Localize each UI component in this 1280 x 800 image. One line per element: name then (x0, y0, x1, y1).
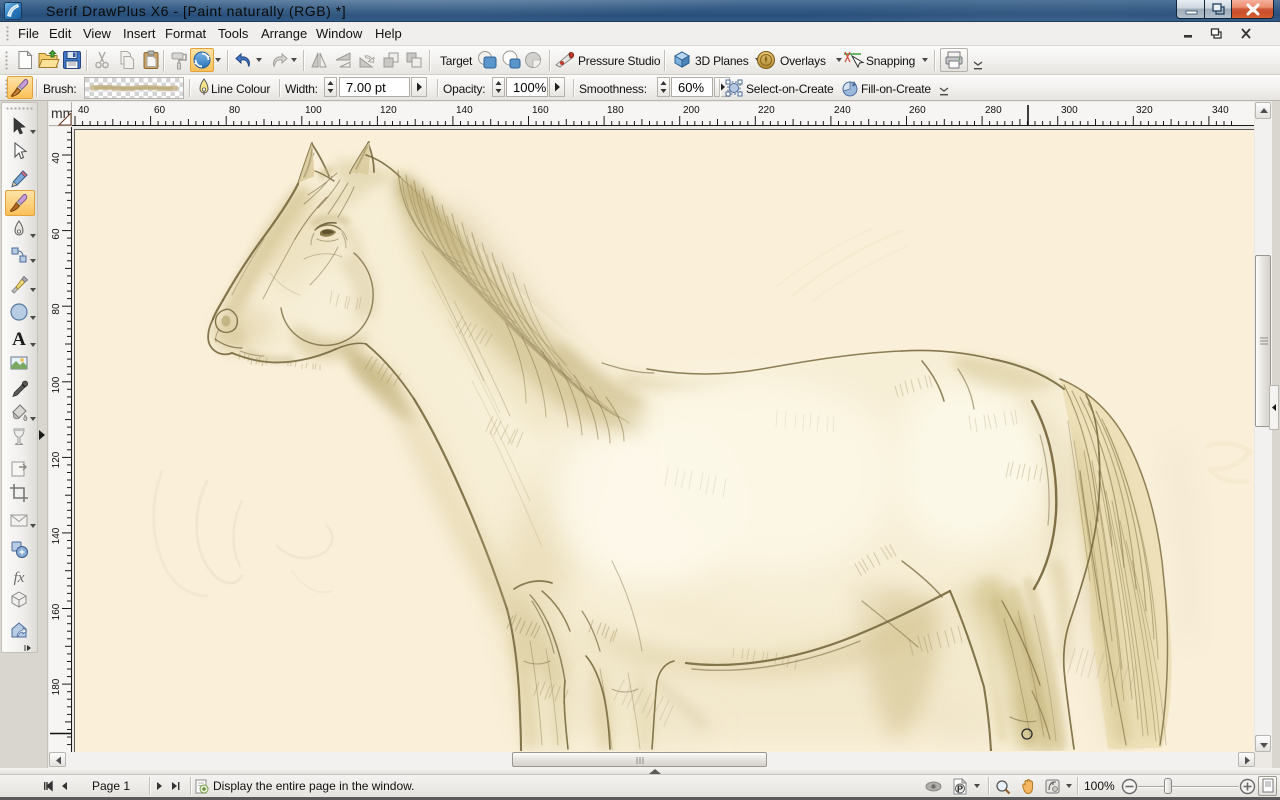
svg-text:280: 280 (985, 105, 1002, 116)
svg-text:160: 160 (51, 603, 62, 620)
svg-text:P: P (957, 784, 963, 794)
svg-text:140: 140 (51, 527, 62, 544)
svg-text:260: 260 (909, 105, 926, 116)
svg-text:120: 120 (51, 451, 62, 468)
svg-text:60: 60 (51, 228, 62, 240)
svg-text:180: 180 (51, 678, 62, 695)
svg-text:160: 160 (532, 105, 549, 116)
svg-text:180: 180 (607, 105, 624, 116)
svg-text:340: 340 (1212, 105, 1229, 116)
svg-text:140: 140 (456, 105, 473, 116)
svg-text:300: 300 (1061, 105, 1078, 116)
svg-text:A: A (12, 329, 26, 349)
svg-text:40: 40 (51, 152, 62, 164)
svg-text:80: 80 (51, 303, 62, 315)
svg-text:100: 100 (51, 376, 62, 393)
svg-text:fx: fx (14, 570, 25, 586)
svg-text:240: 240 (834, 105, 851, 116)
svg-text:80: 80 (229, 105, 241, 116)
svg-text:320: 320 (1136, 105, 1153, 116)
svg-text:100: 100 (305, 105, 322, 116)
svg-text:220: 220 (758, 105, 775, 116)
svg-text:60: 60 (154, 105, 166, 116)
svg-text:200: 200 (683, 105, 700, 116)
svg-text:120: 120 (380, 105, 397, 116)
svg-text:40: 40 (78, 105, 90, 116)
